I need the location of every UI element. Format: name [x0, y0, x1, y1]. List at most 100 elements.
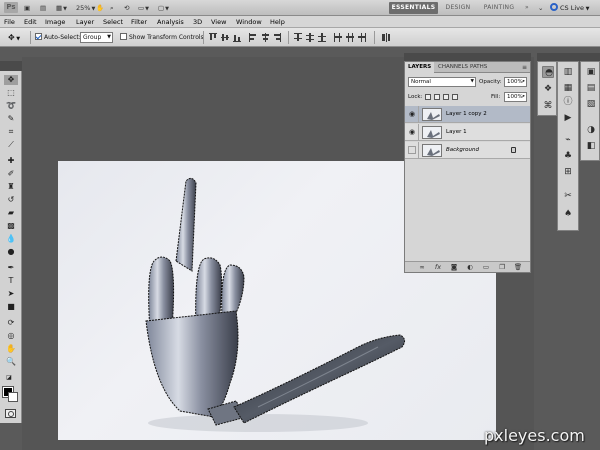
auto-align-layers-icon[interactable]: [382, 33, 390, 42]
character-icon[interactable]: ✂: [562, 190, 574, 202]
histogram-icon[interactable]: ▥: [562, 66, 574, 78]
default-colors-icon[interactable]: ◪: [2, 373, 16, 383]
align-left-edges-icon[interactable]: [249, 33, 257, 42]
menu-edit[interactable]: Edit: [24, 16, 37, 28]
layer-name[interactable]: Background: [446, 142, 479, 159]
gradient-tool-icon[interactable]: ▩: [4, 221, 18, 231]
tab-channels[interactable]: CHANNELS: [435, 62, 471, 73]
link-layers-icon[interactable]: ∞: [417, 263, 427, 272]
adjustment-layer-icon[interactable]: ◐: [465, 263, 475, 272]
workspace-essentials[interactable]: ESSENTIALS: [389, 2, 438, 14]
menu-3d[interactable]: 3D: [193, 16, 202, 28]
menu-filter[interactable]: Filter: [131, 16, 147, 28]
arrange-documents-icon[interactable]: ▭▼: [138, 2, 149, 14]
brush-presets-icon[interactable]: ⌁: [562, 134, 574, 146]
bridge-icon[interactable]: ▣: [24, 2, 30, 14]
new-layer-icon[interactable]: ❐: [497, 263, 507, 272]
distribute-vertical-centers-icon[interactable]: [306, 33, 314, 42]
workspace-design[interactable]: DESIGN: [442, 2, 474, 14]
adjustments-icon[interactable]: ◧: [585, 140, 597, 152]
layer-row-layer-1[interactable]: ◉ Layer 1: [405, 124, 530, 141]
lasso-tool-icon[interactable]: ➰: [4, 101, 18, 111]
zoom-tool-icon[interactable]: ⌕: [110, 2, 114, 14]
layer-name[interactable]: Layer 1: [446, 124, 467, 141]
3d-orbit-tool-icon[interactable]: ◎: [4, 331, 18, 341]
cs-live-button[interactable]: CS Live ▼: [550, 2, 589, 14]
channels-dock-icon[interactable]: ⌘: [542, 100, 554, 112]
dock-header[interactable]: [557, 53, 600, 61]
screen-mode-icon[interactable]: ▢▼: [158, 2, 169, 14]
show-transform-controls-checkbox[interactable]: Show Transform Controls: [120, 32, 204, 43]
tool-presets-icon[interactable]: ⊞: [562, 166, 574, 178]
lock-all-icon[interactable]: [452, 94, 458, 100]
lock-transparent-pixels-icon[interactable]: [425, 94, 431, 100]
color-icon[interactable]: ▣: [585, 66, 597, 78]
visibility-toggle[interactable]: [405, 142, 419, 159]
tools-panel-header[interactable]: [0, 61, 22, 71]
layer-name[interactable]: Layer 1 copy 2: [446, 106, 487, 123]
info-icon[interactable]: ⓘ: [562, 96, 574, 108]
shape-tool-icon[interactable]: ■: [4, 302, 18, 312]
hand-tool-icon[interactable]: ✋: [96, 2, 104, 14]
brush-tool-icon[interactable]: ✐: [4, 169, 18, 179]
dock-header[interactable]: [537, 53, 557, 61]
lock-position-icon[interactable]: [443, 94, 449, 100]
layer-row-background[interactable]: Background: [405, 142, 530, 159]
3d-rotate-tool-icon[interactable]: ⟳: [4, 318, 18, 328]
pen-tool-icon[interactable]: ✒: [4, 263, 18, 273]
move-tool-preset-icon[interactable]: ✥ ▼: [8, 32, 20, 43]
panel-menu-icon[interactable]: ≡: [522, 63, 527, 72]
layers-panel-header[interactable]: [404, 53, 531, 61]
distribute-right-edges-icon[interactable]: [358, 33, 366, 42]
distribute-horizontal-centers-icon[interactable]: [346, 33, 354, 42]
menu-analysis[interactable]: Analysis: [157, 16, 184, 28]
path-selection-tool-icon[interactable]: ➤: [4, 289, 18, 299]
align-bottom-edges-icon[interactable]: [233, 33, 241, 42]
blur-tool-icon[interactable]: 💧: [4, 234, 18, 244]
visibility-toggle[interactable]: ◉: [405, 106, 419, 123]
align-vertical-centers-icon[interactable]: [221, 33, 229, 42]
paragraph-icon[interactable]: ♠: [562, 208, 574, 220]
menu-view[interactable]: View: [211, 16, 226, 28]
hand-tool-icon[interactable]: ✋: [4, 344, 18, 354]
search-help-icon[interactable]: ⌄: [538, 2, 543, 14]
distribute-left-edges-icon[interactable]: [334, 33, 342, 42]
auto-select-mode-dropdown[interactable]: Group ▼: [80, 32, 113, 43]
eyedropper-tool-icon[interactable]: ⟋: [4, 140, 18, 150]
align-horizontal-centers-icon[interactable]: [261, 33, 269, 42]
type-tool-icon[interactable]: T: [4, 276, 18, 286]
crop-tool-icon[interactable]: ⌗: [4, 127, 18, 137]
menu-select[interactable]: Select: [103, 16, 123, 28]
align-top-edges-icon[interactable]: [209, 33, 217, 42]
marquee-tool-icon[interactable]: ⬚: [4, 88, 18, 98]
visibility-toggle[interactable]: ◉: [405, 124, 419, 141]
menu-window[interactable]: Window: [236, 16, 262, 28]
view-extras-icon[interactable]: ▦▼: [56, 2, 67, 14]
layer-style-icon[interactable]: fx: [433, 263, 443, 272]
new-group-icon[interactable]: ▭: [481, 263, 491, 272]
align-right-edges-icon[interactable]: [273, 33, 281, 42]
layers-dock-icon[interactable]: ❖: [542, 83, 554, 95]
distribute-bottom-edges-icon[interactable]: [318, 33, 326, 42]
masks-icon[interactable]: ◑: [585, 124, 597, 136]
zoom-level[interactable]: 25%▼: [76, 2, 95, 14]
move-tool-icon[interactable]: ✥: [4, 75, 18, 85]
quick-mask-icon[interactable]: [5, 409, 16, 418]
eraser-tool-icon[interactable]: ▰: [4, 208, 18, 218]
auto-select-checkbox[interactable]: Auto-Select:: [35, 32, 81, 43]
workspace-painting[interactable]: PAINTING: [479, 2, 519, 14]
menu-help[interactable]: Help: [270, 16, 285, 28]
history-brush-tool-icon[interactable]: ↺: [4, 195, 18, 205]
rotate-view-icon[interactable]: ⟲: [124, 2, 129, 14]
navigator-icon[interactable]: ▦: [562, 82, 574, 94]
background-color-swatch[interactable]: [8, 392, 18, 402]
delete-layer-icon[interactable]: 🗑: [513, 263, 523, 272]
spot-healing-tool-icon[interactable]: ✚: [4, 156, 18, 166]
blend-mode-dropdown[interactable]: Normal ▼: [408, 77, 476, 87]
3d-icon[interactable]: ◓: [542, 66, 554, 78]
lock-image-pixels-icon[interactable]: [434, 94, 440, 100]
menu-layer[interactable]: Layer: [76, 16, 94, 28]
fill-input[interactable]: 100% ▸: [504, 92, 527, 102]
opacity-input[interactable]: 100% ▸: [504, 77, 527, 87]
menu-file[interactable]: File: [4, 16, 15, 28]
